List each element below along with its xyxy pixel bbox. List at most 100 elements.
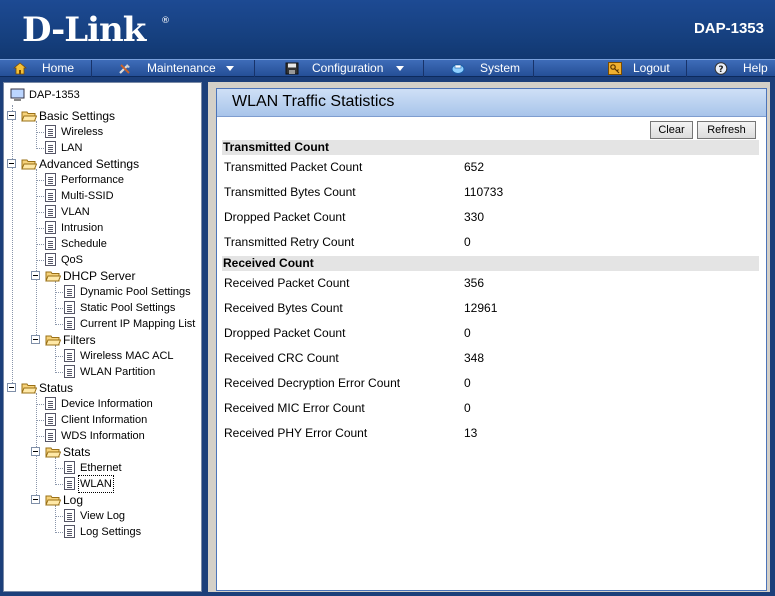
folder-open-icon [45, 447, 61, 458]
collapse-icon[interactable] [7, 111, 16, 120]
stat-label: Received Packet Count [224, 276, 350, 290]
document-icon [64, 349, 75, 362]
stat-value: 330 [464, 210, 485, 224]
page-title: WLAN Traffic Statistics [232, 93, 395, 110]
svg-text:?: ? [718, 65, 723, 75]
menu-logout[interactable]: Logout [534, 60, 687, 77]
content-area: WLAN Traffic Statistics Clear Refresh Tr… [208, 82, 770, 592]
menu-bar: Home Maintenance Configuration System Lo… [0, 59, 775, 77]
stat-label: Transmitted Packet Count [224, 160, 363, 174]
refresh-button[interactable]: Refresh [697, 121, 756, 139]
tree-advanced-settings[interactable]: Advanced Settings [7, 156, 197, 172]
home-icon [13, 62, 27, 75]
stat-label: Transmitted Bytes Count [224, 185, 356, 199]
key-icon [608, 62, 622, 75]
collapse-icon[interactable] [7, 159, 16, 168]
navigation-tree: DAP-1353 Basic Settings Wireless LAN Adv… [3, 82, 202, 592]
tree-connector [55, 505, 56, 533]
folder-open-icon [45, 271, 61, 282]
tree-log[interactable]: Log [31, 492, 201, 508]
stat-value: 13 [464, 426, 478, 440]
document-icon [45, 237, 56, 250]
document-icon [64, 285, 75, 298]
computer-icon [10, 88, 25, 101]
tree-root[interactable]: DAP-1353 [9, 87, 199, 103]
document-icon [45, 221, 56, 234]
tree-basic-settings[interactable]: Basic Settings [7, 108, 197, 124]
stat-label: Dropped Packet Count [224, 210, 346, 224]
clear-button[interactable]: Clear [650, 121, 693, 139]
stats-panel: WLAN Traffic Statistics Clear Refresh Tr… [216, 88, 767, 591]
stat-value: 348 [464, 351, 485, 365]
document-icon [64, 525, 75, 538]
document-icon [45, 173, 56, 186]
help-icon: ? [714, 62, 728, 75]
document-icon [45, 253, 56, 266]
document-icon [64, 477, 75, 490]
document-icon [45, 397, 56, 410]
stat-label: Dropped Packet Count [224, 326, 346, 340]
document-icon [64, 365, 75, 378]
registered-mark: ® [161, 16, 170, 26]
collapse-icon[interactable] [31, 495, 40, 504]
stat-value: 0 [464, 376, 471, 390]
model-name: DAP-1353 [693, 20, 764, 37]
menu-configuration[interactable]: Configuration [255, 60, 424, 77]
tree-filters[interactable]: Filters [31, 332, 201, 348]
stat-label: Received CRC Count [224, 351, 339, 365]
system-icon [451, 64, 465, 74]
document-icon [64, 509, 75, 522]
received-heading: Received Count [222, 256, 759, 271]
panel-header: WLAN Traffic Statistics [217, 89, 766, 117]
tree-connector [12, 105, 13, 389]
collapse-icon[interactable] [7, 383, 16, 392]
folder-open-icon [45, 495, 61, 506]
menu-help[interactable]: ? Help [687, 60, 775, 77]
stat-value: 12961 [464, 301, 498, 315]
collapse-icon[interactable] [31, 271, 40, 280]
stat-value: 0 [464, 401, 471, 415]
document-icon [64, 461, 75, 474]
document-icon [64, 301, 75, 314]
folder-open-icon [21, 159, 37, 170]
tree-connector [55, 457, 56, 485]
collapse-icon[interactable] [31, 335, 40, 344]
chevron-down-icon [396, 66, 404, 71]
chevron-down-icon [226, 66, 234, 71]
brand-logo: D-Link [22, 10, 146, 50]
stat-value: 0 [464, 235, 471, 249]
menu-maintenance[interactable]: Maintenance [92, 60, 255, 77]
document-icon [45, 413, 56, 426]
folder-open-icon [45, 335, 61, 346]
folder-open-icon [21, 383, 37, 394]
transmitted-heading: Transmitted Count [222, 140, 759, 155]
stat-label: Received Decryption Error Count [224, 376, 401, 390]
document-icon [64, 317, 75, 330]
tree-connector [55, 281, 56, 325]
stat-value: 0 [464, 326, 471, 340]
folder-open-icon [21, 111, 37, 122]
header-banner: D-Link ® DAP-1353 [0, 0, 775, 60]
stat-label: Received PHY Error Count [224, 426, 368, 440]
stat-label: Received Bytes Count [224, 301, 343, 315]
stat-value: 652 [464, 160, 485, 174]
stat-value: 356 [464, 276, 485, 290]
document-icon [45, 429, 56, 442]
tree-connector [55, 345, 56, 373]
document-icon [45, 205, 56, 218]
menu-system[interactable]: System [424, 60, 534, 77]
tree-stats[interactable]: Stats [31, 444, 201, 460]
document-icon [45, 189, 56, 202]
document-icon [45, 125, 56, 138]
tree-dhcp-server[interactable]: DHCP Server [31, 268, 201, 284]
disk-icon [285, 62, 299, 75]
stat-label: Transmitted Retry Count [224, 235, 355, 249]
tree-connector [36, 121, 37, 149]
document-icon [45, 141, 56, 154]
tree-status[interactable]: Status [7, 380, 197, 396]
stat-label: Received MIC Error Count [224, 401, 365, 415]
collapse-icon[interactable] [31, 447, 40, 456]
tools-icon [119, 64, 130, 74]
stat-value: 110733 [464, 185, 504, 199]
menu-home[interactable]: Home [0, 60, 92, 77]
